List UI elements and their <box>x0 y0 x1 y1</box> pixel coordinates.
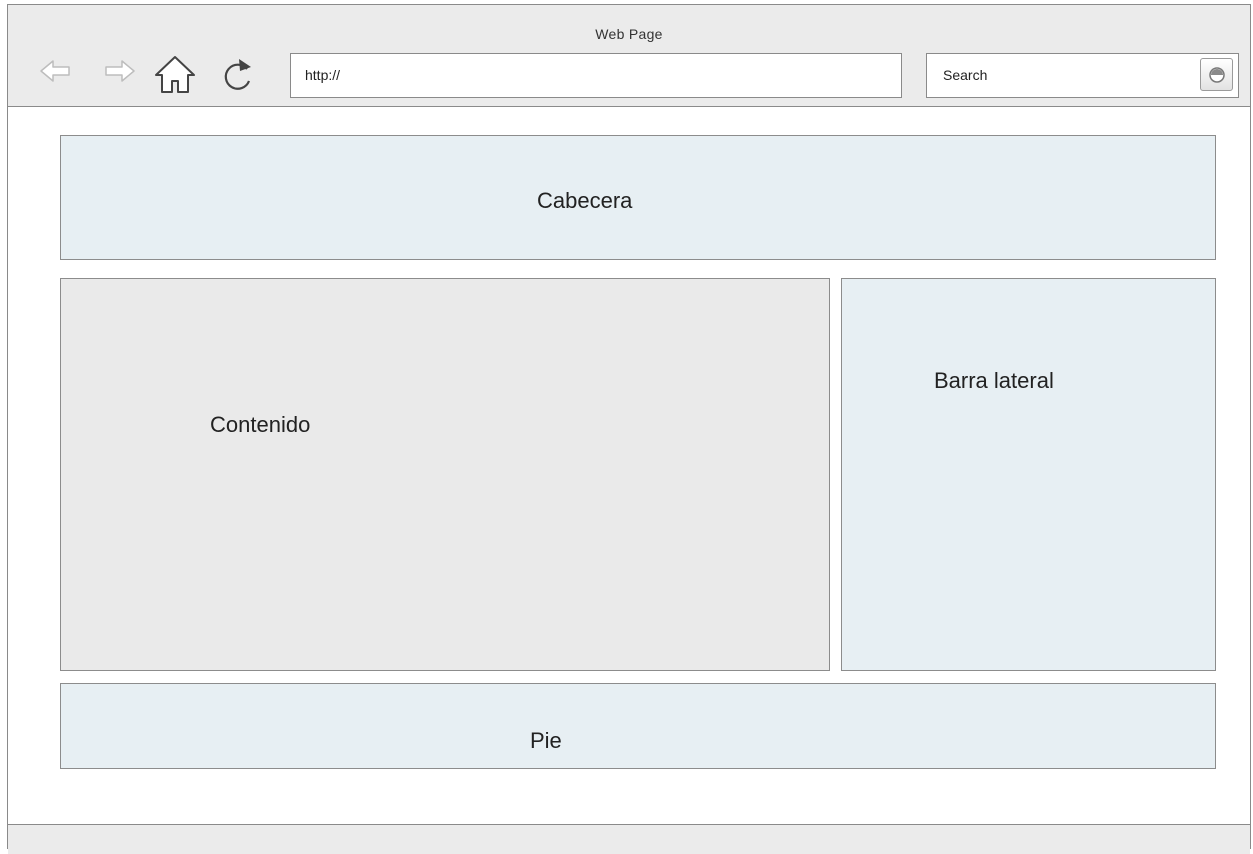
forward-arrow-icon[interactable] <box>103 57 137 85</box>
search-button[interactable] <box>1200 58 1233 91</box>
sidebar-label: Barra lateral <box>934 368 1054 393</box>
home-icon[interactable] <box>153 53 197 95</box>
search-input[interactable]: Search <box>926 53 1239 98</box>
footer-label: Pie <box>530 728 562 753</box>
window-title: Web Page <box>595 26 663 42</box>
content-label: Contenido <box>210 412 311 437</box>
url-input[interactable]: http:// <box>290 53 902 98</box>
search-icon <box>1209 67 1225 83</box>
browser-window: Web Page http:// Search Cabecera Conteni… <box>7 4 1251 854</box>
reload-icon[interactable] <box>220 55 256 95</box>
sidebar-region: Barra lateral <box>841 278 1216 671</box>
browser-toolbar: Web Page http:// Search <box>8 5 1250 107</box>
footer-region: Pie <box>60 683 1216 769</box>
status-bar <box>8 824 1250 854</box>
back-arrow-icon[interactable] <box>38 57 72 85</box>
content-region: Contenido <box>60 278 830 671</box>
header-region: Cabecera <box>60 135 1216 260</box>
header-label: Cabecera <box>537 188 633 213</box>
search-placeholder: Search <box>943 67 988 83</box>
